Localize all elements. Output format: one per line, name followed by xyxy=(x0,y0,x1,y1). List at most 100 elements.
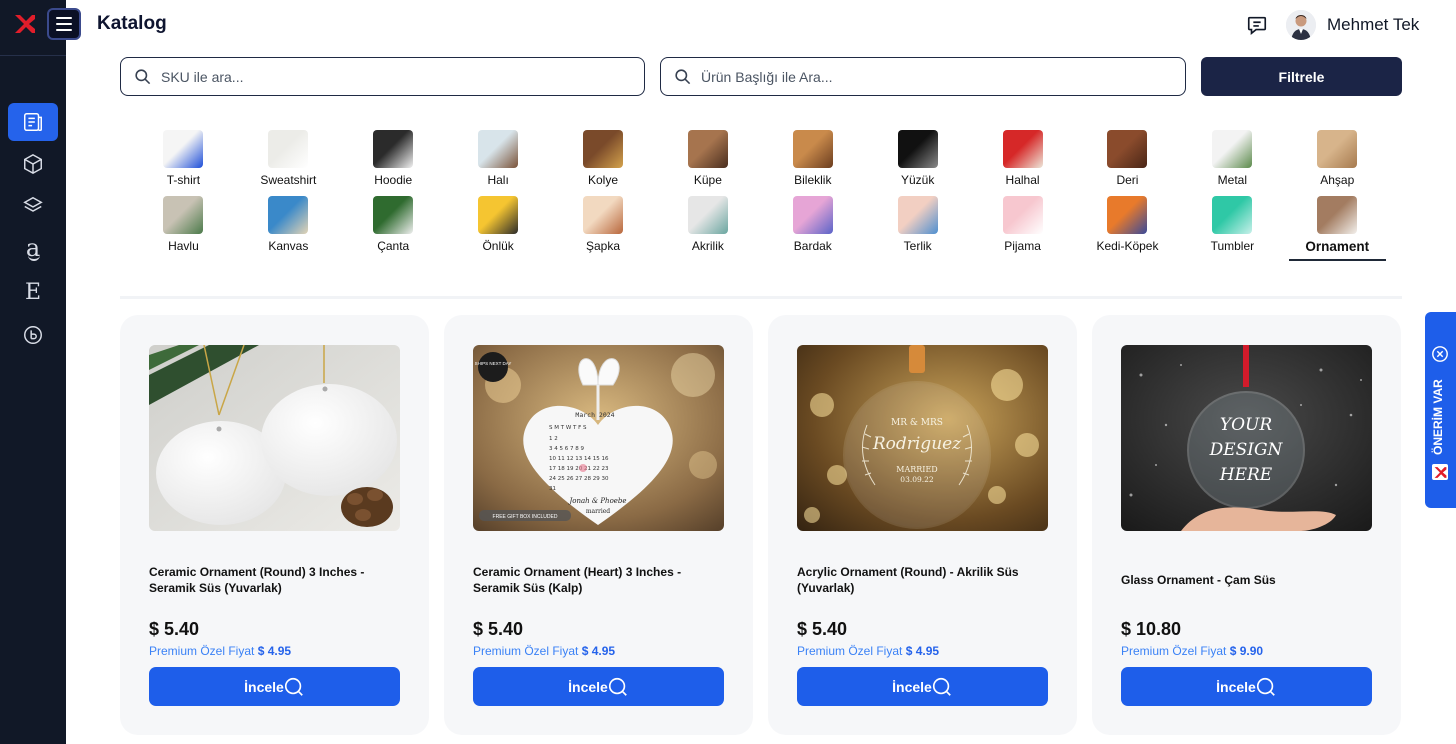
category-label: Metal xyxy=(1217,173,1248,187)
category-label: Ornament xyxy=(1305,239,1370,254)
image-top-text: MR & MRS xyxy=(891,418,943,428)
image-line2-text: DESIGN xyxy=(1209,440,1284,460)
avatar[interactable] xyxy=(1286,10,1316,40)
svg-text:24 25 26 27 28 29 30: 24 25 26 27 28 29 30 xyxy=(549,476,609,482)
search-icon xyxy=(1256,677,1275,696)
sidebar-item-etsy[interactable]: E xyxy=(8,273,58,311)
image-names-text: Jonah & Phoebe xyxy=(567,497,626,505)
inspect-button[interactable]: İncele xyxy=(797,667,1048,706)
premium-price: Premium Özel Fiyat $ 4.95 xyxy=(473,644,616,658)
category-item[interactable]: Halı xyxy=(446,130,551,196)
category-item[interactable]: Sweatshirt xyxy=(236,130,341,196)
close-icon[interactable] xyxy=(1431,345,1449,363)
product-image[interactable]: SHIPS NEXT DAY March 2024 S M T W T F S … xyxy=(473,345,724,531)
category-thumbnail xyxy=(373,196,414,234)
category-item[interactable]: Metal xyxy=(1180,130,1285,196)
product-card[interactable]: YOUR DESIGN HERE Glass Ornament - Çam Sü… xyxy=(1092,315,1401,735)
suggestion-tab[interactable]: ÖNERİM VAR xyxy=(1425,312,1456,508)
category-thumbnail xyxy=(268,130,309,168)
category-item[interactable]: Kolye xyxy=(551,130,656,196)
title-search-input[interactable] xyxy=(701,68,1185,85)
category-item[interactable]: Yüzük xyxy=(865,130,970,196)
product-card[interactable]: Ceramic Ornament (Round) 3 Inches - Sera… xyxy=(120,315,429,735)
brand-logo-icon[interactable] xyxy=(14,13,36,35)
sidebar-item-layers[interactable] xyxy=(8,187,58,225)
inspect-button[interactable]: İncele xyxy=(149,667,400,706)
image-line3-text: HERE xyxy=(1219,465,1273,485)
sidebar-item-products[interactable] xyxy=(8,145,58,183)
category-label: Bardak xyxy=(793,239,832,253)
category-item[interactable]: Hoodie xyxy=(341,130,446,196)
category-thumbnail xyxy=(1002,130,1043,168)
category-label: Pijama xyxy=(1004,239,1041,253)
category-item[interactable]: Bileklik xyxy=(760,130,865,196)
product-image[interactable]: YOUR DESIGN HERE xyxy=(1121,345,1372,531)
category-item[interactable]: Halhal xyxy=(970,130,1075,196)
svg-text:1 2: 1 2 xyxy=(549,436,558,442)
product-price: $ 10.80 xyxy=(1121,619,1182,639)
category-item[interactable]: Terlik xyxy=(865,196,970,262)
image-badge-text: SHIPS NEXT DAY xyxy=(475,361,512,366)
category-thumbnail xyxy=(373,130,414,168)
sku-search-field[interactable] xyxy=(120,57,645,96)
category-thumbnail xyxy=(1212,196,1253,234)
user-avatar-icon xyxy=(1286,10,1316,40)
search-icon xyxy=(284,677,303,696)
category-label: Halhal xyxy=(1005,173,1040,187)
category-item[interactable]: Tumbler xyxy=(1180,196,1285,262)
etsy-icon: E xyxy=(24,279,42,305)
category-label: Hoodie xyxy=(374,173,413,187)
premium-price: Premium Özel Fiyat $ 4.95 xyxy=(797,644,940,658)
category-item[interactable]: Akrilik xyxy=(655,196,760,262)
product-title[interactable]: Ceramic Ornament (Heart) 3 Inches - Sera… xyxy=(473,564,723,596)
filter-button[interactable]: Filtrele xyxy=(1201,57,1402,96)
product-card[interactable]: SHIPS NEXT DAY March 2024 S M T W T F S … xyxy=(444,315,753,735)
product-title[interactable]: Glass Ornament - Çam Süs xyxy=(1121,572,1371,588)
inspect-button[interactable]: İncele xyxy=(1121,667,1372,706)
category-label: Yüzük xyxy=(901,173,935,187)
sku-search-input[interactable] xyxy=(161,68,644,85)
product-card[interactable]: MR & MRS Rodriguez MARRIED 03.09.22 Acry… xyxy=(768,315,1077,735)
sidebar-item-brand[interactable] xyxy=(8,316,58,354)
category-item[interactable]: Küpe xyxy=(655,130,760,196)
category-label: Sweatshirt xyxy=(260,173,317,187)
category-label: Ahşap xyxy=(1320,173,1355,187)
category-item[interactable]: Şapka xyxy=(551,196,656,262)
user-name[interactable]: Mehmet Tek xyxy=(1327,15,1419,35)
sidebar-item-catalog[interactable] xyxy=(8,103,58,141)
sidebar-item-amazon[interactable]: a xyxy=(8,229,58,267)
category-thumbnail xyxy=(1107,130,1148,168)
category-item[interactable]: Önlük xyxy=(446,196,551,262)
category-item[interactable]: T-shirt xyxy=(131,130,236,196)
category-item[interactable]: Ahşap xyxy=(1285,130,1390,196)
category-label: Deri xyxy=(1116,173,1139,187)
image-gift-text: FREE GIFT BOX INCLUDED xyxy=(493,514,558,520)
product-image[interactable] xyxy=(149,345,400,531)
product-title[interactable]: Acrylic Ornament (Round) - Akrilik Süs (… xyxy=(797,564,1047,596)
inspect-button[interactable]: İncele xyxy=(473,667,724,706)
category-item[interactable]: Kanvas xyxy=(236,196,341,262)
product-title[interactable]: Ceramic Ornament (Round) 3 Inches - Sera… xyxy=(149,564,399,596)
product-image[interactable]: MR & MRS Rodriguez MARRIED 03.09.22 xyxy=(797,345,1048,531)
category-item[interactable]: Ornament xyxy=(1285,196,1390,262)
image-married-text: married xyxy=(586,508,610,515)
category-thumbnail xyxy=(687,196,728,234)
product-price: $ 5.40 xyxy=(149,619,200,639)
svg-text:10 11 12 13 14 15 16: 10 11 12 13 14 15 16 xyxy=(549,456,609,462)
category-item[interactable]: Çanta xyxy=(341,196,446,262)
image-date-text: 03.09.22 xyxy=(900,475,934,484)
category-item[interactable]: Bardak xyxy=(760,196,865,262)
category-item[interactable]: Deri xyxy=(1075,130,1180,196)
category-label: Halı xyxy=(487,173,509,187)
category-item[interactable]: Pijama xyxy=(970,196,1075,262)
amazon-icon: a xyxy=(25,234,41,262)
category-item[interactable]: Kedi-Köpek xyxy=(1075,196,1180,262)
title-search-field[interactable] xyxy=(660,57,1186,96)
section-divider xyxy=(120,296,1402,299)
search-icon xyxy=(675,69,691,85)
category-thumbnail xyxy=(792,196,833,234)
category-item[interactable]: Havlu xyxy=(131,196,236,262)
chat-icon[interactable] xyxy=(1246,14,1268,36)
image-month-text: March 2024 xyxy=(575,411,614,419)
menu-toggle-button[interactable] xyxy=(47,8,81,40)
